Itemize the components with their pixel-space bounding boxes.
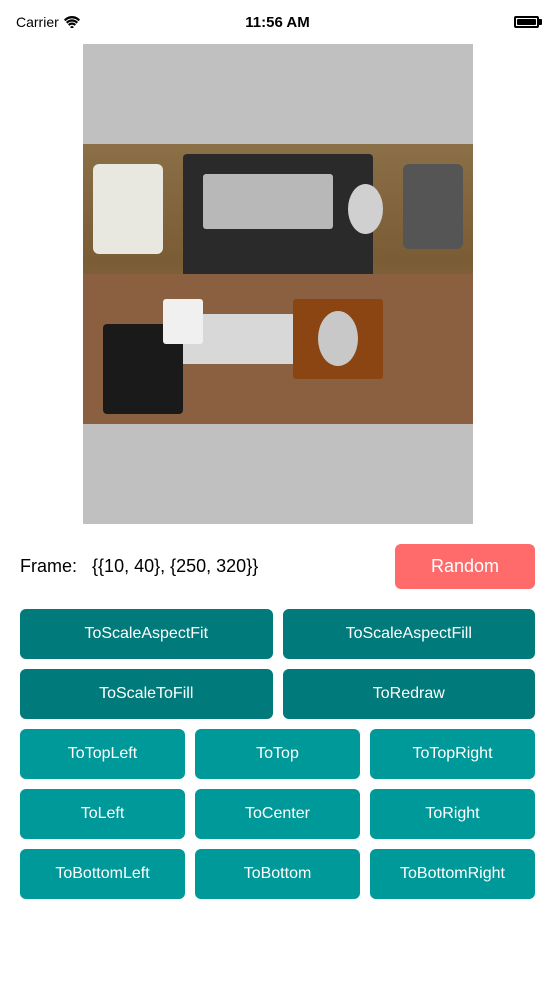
battery-indicator <box>514 16 539 28</box>
speaker-left <box>93 164 163 254</box>
frame-label-text: Frame: <box>20 556 77 576</box>
to-scale-aspect-fit-button[interactable]: ToScaleAspectFit <box>20 609 273 659</box>
mouse-top <box>348 184 383 234</box>
to-left-button[interactable]: ToLeft <box>20 789 185 839</box>
battery-icon <box>514 16 539 28</box>
desk-scene <box>83 144 473 434</box>
status-bar: Carrier 11:56 AM <box>0 0 555 44</box>
button-row-1: ToScaleAspectFit ToScaleAspectFill <box>20 609 535 659</box>
to-scale-aspect-fill-button[interactable]: ToScaleAspectFill <box>283 609 536 659</box>
frame-row: Frame: {{10, 40}, {250, 320}} Random <box>20 544 535 589</box>
to-scale-to-fill-button[interactable]: ToScaleToFill <box>20 669 273 719</box>
frame-value: {{10, 40}, {250, 320}} <box>92 556 258 576</box>
gray-top <box>83 44 473 154</box>
button-row-2: ToScaleToFill ToRedraw <box>20 669 535 719</box>
gray-bottom <box>83 424 473 524</box>
buttons-grid: ToScaleAspectFit ToScaleAspectFill ToSca… <box>20 609 535 899</box>
button-row-4: ToLeft ToCenter ToRight <box>20 789 535 839</box>
cup <box>163 299 203 344</box>
wifi-icon <box>64 16 80 28</box>
to-bottom-button[interactable]: ToBottom <box>195 849 360 899</box>
battery-fill <box>517 19 536 25</box>
button-row-5: ToBottomLeft ToBottom ToBottomRight <box>20 849 535 899</box>
speaker-right <box>403 164 463 249</box>
to-center-button[interactable]: ToCenter <box>195 789 360 839</box>
image-display <box>83 44 473 524</box>
frame-display: Frame: {{10, 40}, {250, 320}} <box>20 556 258 577</box>
carrier-text: Carrier <box>16 14 59 30</box>
controls-area: Frame: {{10, 40}, {250, 320}} Random ToS… <box>0 524 555 909</box>
mouse-bottom <box>318 311 358 366</box>
to-bottom-left-button[interactable]: ToBottomLeft <box>20 849 185 899</box>
to-top-button[interactable]: ToTop <box>195 729 360 779</box>
status-time: 11:56 AM <box>245 14 309 31</box>
carrier-label: Carrier <box>16 14 80 30</box>
button-row-3: ToTopLeft ToTop ToTopRight <box>20 729 535 779</box>
random-button[interactable]: Random <box>395 544 535 589</box>
to-redraw-button[interactable]: ToRedraw <box>283 669 536 719</box>
to-top-left-button[interactable]: ToTopLeft <box>20 729 185 779</box>
keyboard-top <box>203 174 333 229</box>
to-bottom-right-button[interactable]: ToBottomRight <box>370 849 535 899</box>
to-right-button[interactable]: ToRight <box>370 789 535 839</box>
to-top-right-button[interactable]: ToTopRight <box>370 729 535 779</box>
